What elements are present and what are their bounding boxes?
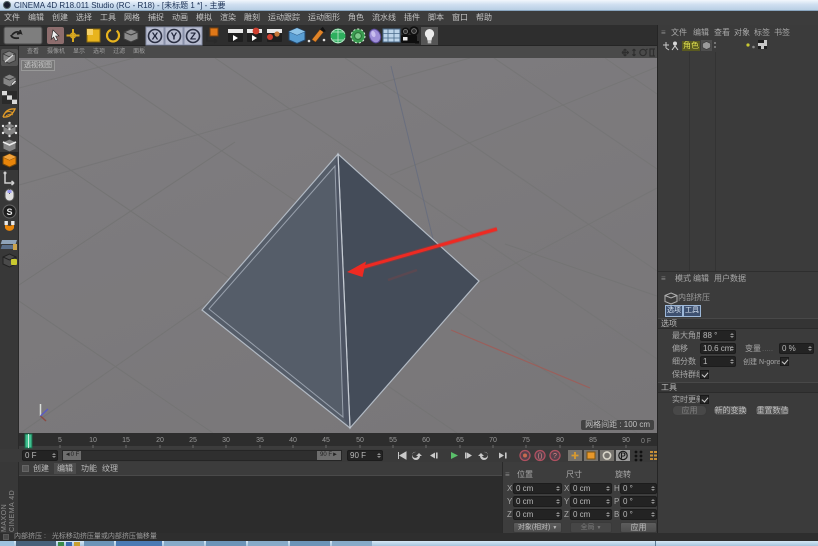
svg-text:20: 20 (156, 437, 164, 444)
svg-text:85: 85 (589, 437, 597, 444)
svg-text:45: 45 (322, 437, 330, 444)
svg-text:Y: Y (171, 32, 178, 43)
svg-text:0 F: 0 F (641, 438, 651, 445)
svg-text:70: 70 (489, 437, 497, 444)
svg-text:50: 50 (356, 437, 364, 444)
svg-text:25: 25 (189, 437, 197, 444)
svg-text:15: 15 (122, 437, 130, 444)
svg-text:5: 5 (58, 437, 62, 444)
svg-text:Z: Z (190, 32, 196, 43)
svg-text:55: 55 (389, 437, 397, 444)
svg-text:60: 60 (422, 437, 430, 444)
svg-text:90: 90 (622, 437, 630, 444)
svg-text:40: 40 (289, 437, 297, 444)
svg-text:65: 65 (456, 437, 464, 444)
svg-text:80: 80 (556, 437, 564, 444)
svg-text:30: 30 (222, 437, 230, 444)
svg-text:X: X (152, 32, 159, 43)
svg-text:75: 75 (522, 437, 530, 444)
svg-text:10: 10 (89, 437, 97, 444)
svg-text:35: 35 (256, 437, 264, 444)
svg-text:(): () (538, 453, 543, 460)
svg-text:?: ? (553, 453, 557, 460)
svg-text:P: P (620, 451, 626, 460)
svg-text:S: S (6, 207, 12, 217)
